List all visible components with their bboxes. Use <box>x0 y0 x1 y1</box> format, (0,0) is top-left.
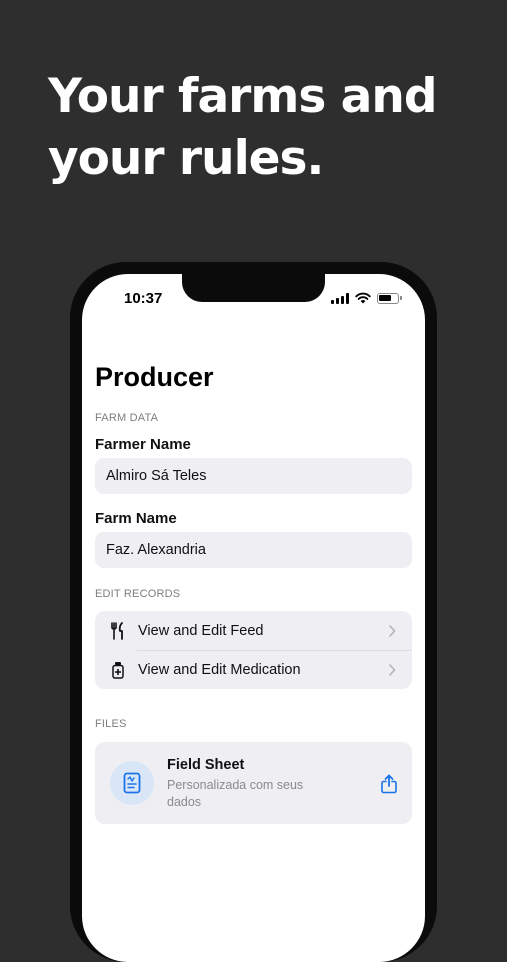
farm-name-label: Farm Name <box>95 510 177 527</box>
headline-line-2: your rules. <box>48 131 324 186</box>
battery-icon <box>377 292 402 304</box>
share-icon[interactable] <box>380 774 398 794</box>
headline-line-1: Your farms and <box>48 69 437 124</box>
chevron-right-icon <box>385 624 399 638</box>
document-icon <box>110 761 154 805</box>
list-item-view-edit-feed[interactable]: View and Edit Feed <box>95 611 412 650</box>
wifi-icon <box>355 292 371 304</box>
fork-knife-icon <box>108 621 128 641</box>
section-label-edit-records: EDIT RECORDS <box>95 588 181 600</box>
feed-label: View and Edit Feed <box>138 622 264 639</box>
section-label-farm-data: FARM DATA <box>95 412 159 424</box>
phone-frame: 10:37 Producer FARM DATA Farmer Name Alm… <box>70 262 437 962</box>
farmer-name-field[interactable]: Almiro Sá Teles <box>95 458 412 494</box>
farm-name-value: Faz. Alexandria <box>106 542 206 558</box>
medication-label: View and Edit Medication <box>138 661 301 678</box>
notch <box>182 274 325 302</box>
medicine-bottle-icon <box>108 660 128 680</box>
farm-name-field[interactable]: Faz. Alexandria <box>95 532 412 568</box>
farmer-name-value: Almiro Sá Teles <box>106 468 207 484</box>
status-time: 10:37 <box>124 290 163 307</box>
edit-records-list: View and Edit Feed View and Edit Medicat… <box>95 611 412 689</box>
file-subtitle: Personalizada com seus dados <box>167 778 304 809</box>
farmer-name-label: Farmer Name <box>95 436 191 453</box>
section-label-files: FILES <box>95 718 127 730</box>
page-title: Producer <box>95 362 214 392</box>
list-item-view-edit-medication[interactable]: View and Edit Medication <box>95 650 412 689</box>
cellular-signal-icon <box>331 292 349 304</box>
status-icons <box>331 292 402 304</box>
headline: Your farms and your rules. <box>48 66 437 190</box>
chevron-right-icon <box>385 663 399 677</box>
file-title: Field Sheet <box>167 757 245 773</box>
file-card-field-sheet[interactable]: Field Sheet Personalizada com seus dados <box>95 742 412 824</box>
phone-screen: 10:37 Producer FARM DATA Farmer Name Alm… <box>82 274 425 962</box>
